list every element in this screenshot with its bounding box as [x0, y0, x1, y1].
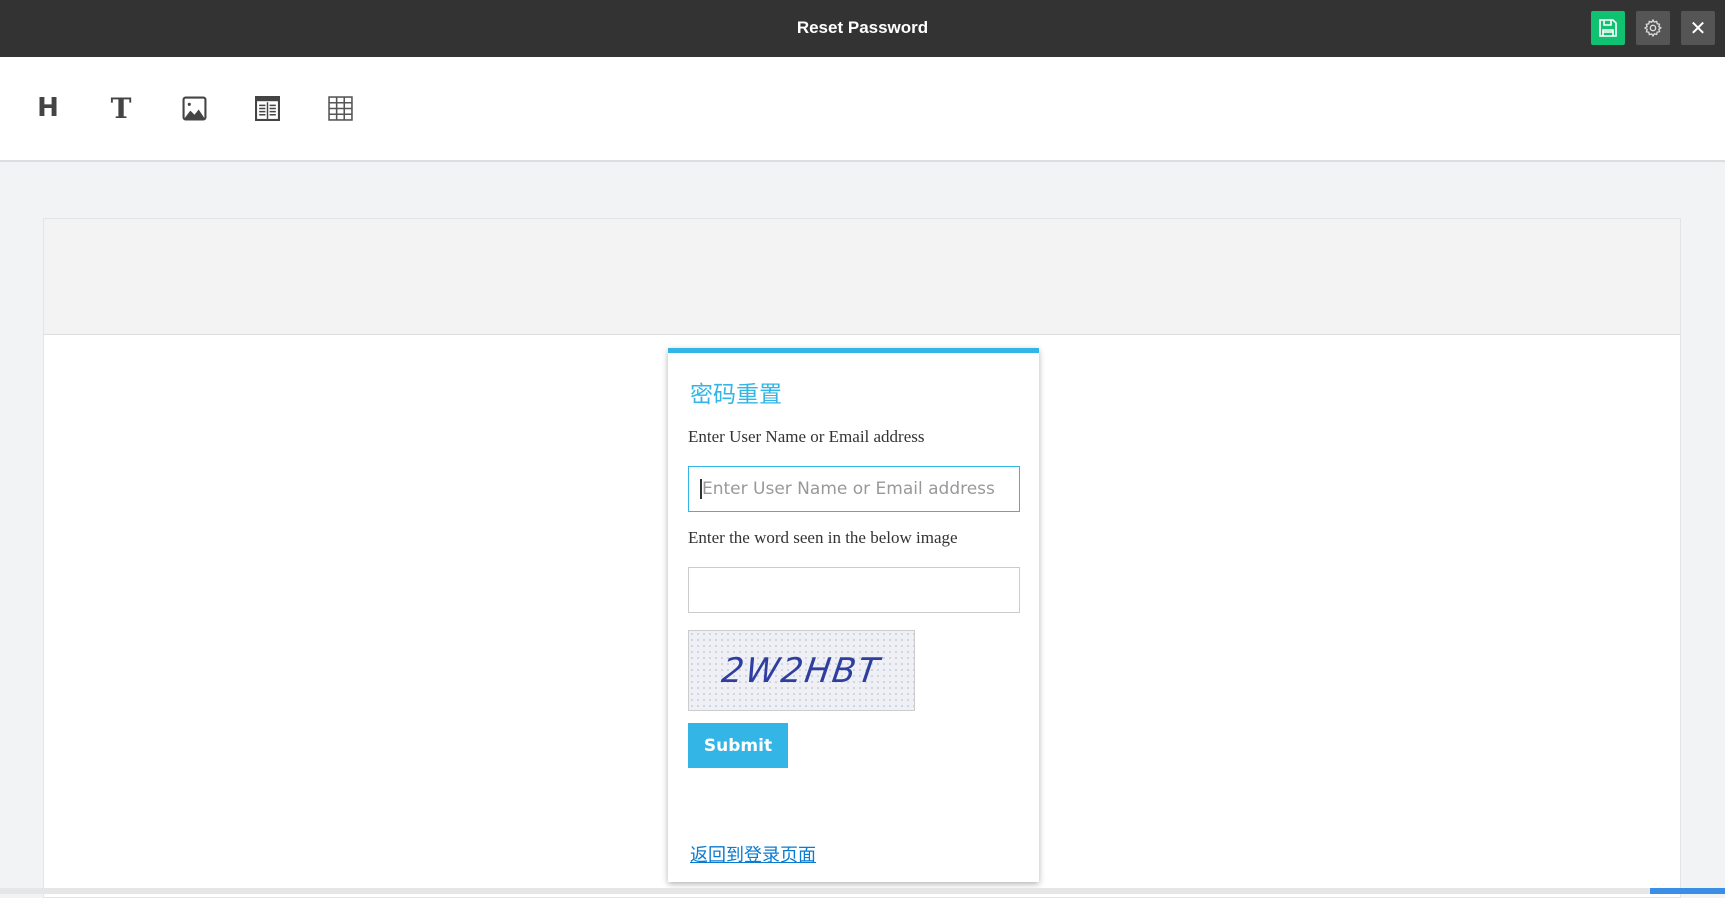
form-title: 密码重置: [690, 382, 782, 408]
columns-tool[interactable]: [252, 93, 282, 123]
username-label: Enter User Name or Email address: [688, 427, 925, 446]
back-to-login-link[interactable]: 返回到登录页面: [690, 841, 816, 867]
text-tool[interactable]: T: [106, 91, 136, 125]
submit-button[interactable]: Submit: [688, 723, 788, 768]
columns-icon: [254, 95, 280, 121]
element-toolbar: H T: [0, 57, 1725, 162]
gear-icon: [1643, 18, 1663, 38]
close-button[interactable]: ✕: [1681, 11, 1715, 45]
close-icon: ✕: [1689, 17, 1707, 40]
horizontal-scrollbar[interactable]: [0, 888, 1725, 894]
username-input[interactable]: Enter User Name or Email address: [688, 466, 1020, 512]
heading-tool[interactable]: H: [33, 93, 63, 123]
page-title: Reset Password: [796, 18, 929, 37]
captcha-image: 2W2HBT: [688, 630, 915, 711]
image-tool[interactable]: [179, 93, 209, 123]
text-icon: T: [110, 91, 132, 125]
captcha-label: Enter the word seen in the below image: [688, 528, 958, 547]
username-placeholder: Enter User Name or Email address: [702, 479, 995, 499]
settings-button[interactable]: [1636, 11, 1670, 45]
scrollbar-thumb[interactable]: [1650, 888, 1725, 894]
table-icon: [327, 95, 353, 121]
reset-password-card: 密码重置 Enter User Name or Email address En…: [668, 348, 1039, 882]
title-bar: Reset Password ✕: [0, 0, 1725, 57]
image-icon: [182, 96, 206, 120]
heading-icon: H: [37, 93, 59, 123]
save-button[interactable]: [1591, 11, 1625, 45]
captcha-input[interactable]: [688, 567, 1020, 613]
table-tool[interactable]: [325, 93, 355, 123]
header-section[interactable]: [44, 219, 1680, 335]
captcha-text: 2W2HBT: [719, 650, 884, 691]
save-icon: [1599, 19, 1617, 37]
